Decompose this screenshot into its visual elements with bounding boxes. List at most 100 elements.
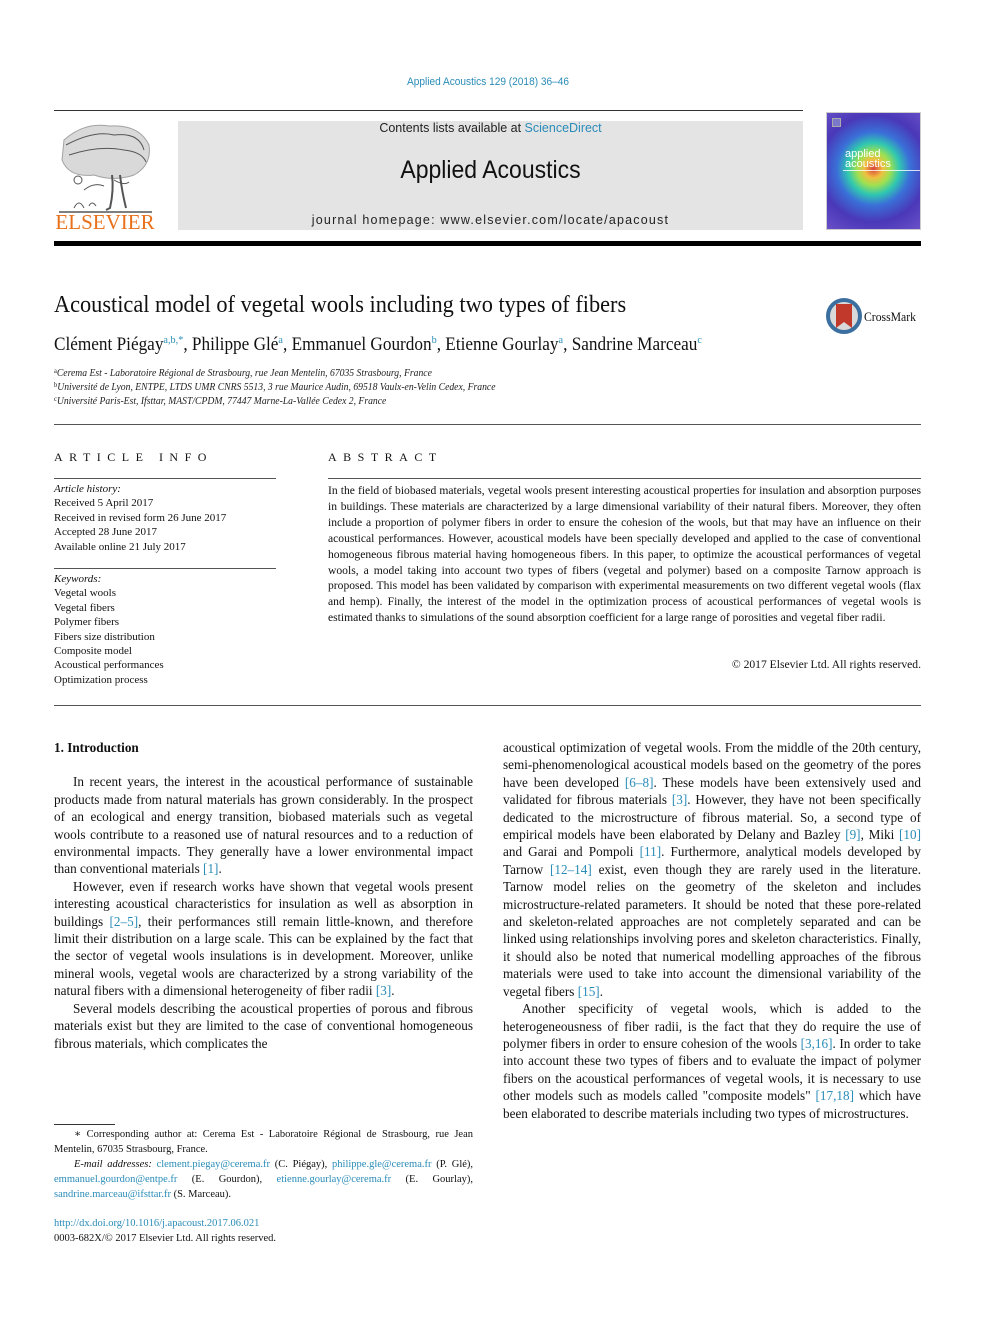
body-column-left: 1. Introduction In recent years, the int… [54,739,473,1052]
email-owner: (C. Piégay) [274,1159,325,1170]
email-label: E-mail addresses: [74,1159,152,1170]
email-link[interactable]: philippe.gle@cerema.fr [332,1159,431,1170]
cover-title-line2: acoustics [845,158,891,170]
author-affiliation-marks[interactable]: c [697,334,702,346]
citation-link[interactable]: [2–5] [110,914,139,929]
citation-link[interactable]: [11] [640,844,661,859]
article-history-label: Article history: [54,483,121,495]
header-divider [54,110,803,111]
paragraph-text: , Miki [860,827,900,843]
email-owner: (S. Marceau). [173,1189,232,1200]
paragraph-text: . [391,983,395,999]
author-affiliation-marks[interactable]: b [432,334,437,346]
journal-name: Applied Acoustics [400,156,581,184]
email-owner: (E. Gourlay) [405,1174,471,1185]
author-name: Clément Piégay [54,335,164,355]
email-owner: (E. Gourdon) [191,1174,260,1185]
keyword: Acoustical performances [54,659,164,672]
body-column-right: acoustical optimization of vegetal wools… [503,739,921,1122]
author-affiliation-marks[interactable]: a [278,334,283,346]
contents-availability: Contents lists available at ScienceDirec… [178,121,803,135]
left-paragraphs: In recent years, the interest in the aco… [54,773,473,1052]
author-name: Sandrine Marceau [571,335,698,355]
abstract-text: In the field of biobased materials, vege… [328,484,921,625]
citation-link[interactable]: [3,16] [801,1036,833,1051]
keyword: Polymer fibers [54,616,120,629]
citation-link[interactable]: [3] [376,983,391,998]
citation-link[interactable]: [17,18] [816,1088,854,1103]
author-name: Philippe Glé [191,335,279,355]
abstract-copyright: © 2017 Elsevier Ltd. All rights reserved… [731,658,921,671]
corresponding-author-mark[interactable]: * [178,334,183,346]
paragraph: Several models describing the acoustical… [54,1000,473,1052]
footnotes: ∗ Corresponding author at: Cerema Est - … [54,1127,473,1202]
article-info-divider [54,478,276,479]
email-addresses: E-mail addresses: clement.piegay@cerema.… [54,1159,474,1200]
keyword: Vegetal wools [54,587,117,600]
cover-publisher-badge-icon [832,118,841,127]
paragraph-text: and Garai and Pompoli [503,844,640,860]
email-link[interactable]: sandrine.marceau@ifsttar.fr [54,1189,171,1200]
email-link[interactable]: clement.piegay@cerema.fr [157,1159,270,1170]
keyword: Fibers size distribution [54,630,155,643]
author-affiliation-marks[interactable]: a [559,334,564,346]
citation-link[interactable]: [12–14] [550,862,592,877]
header-thick-divider [54,241,921,246]
cover-rule [843,170,920,171]
corresponding-author-note: ∗ Corresponding author at: Cerema Est - … [54,1129,473,1155]
affiliation: cUniversité Paris-Est, Ifsttar, MAST/CPD… [54,395,386,407]
author[interactable]: Sandrine Marceauc [571,334,702,355]
article-history: Article history: Received 5 April 2017 R… [54,482,226,554]
author[interactable]: Emmanuel Gourdonb [292,334,437,355]
author[interactable]: Philippe Gléa [191,334,283,355]
affiliation-text: Université de Lyon, ENTPE, LTDS UMR CNRS… [57,382,496,393]
right-paragraphs: acoustical optimization of vegetal wools… [503,739,921,1122]
paragraph-text: . [218,861,222,877]
author-affiliation-marks[interactable]: a,b, [163,334,178,346]
email-link[interactable]: emmanuel.gourdon@entpe.fr [54,1174,177,1185]
paragraph: acoustical optimization of vegetal wools… [503,739,921,1000]
citation-link[interactable]: [10] [899,827,921,842]
doi-link[interactable]: http://dx.doi.org/10.1016/j.apacoust.201… [54,1216,276,1231]
journal-cover-image: applied acoustics [826,112,921,230]
paragraph: In recent years, the interest in the aco… [54,773,473,877]
paragraph: However, even if research works have sho… [54,878,473,1000]
history-item: Available online 21 July 2017 [54,540,186,553]
history-item: Received 5 April 2017 [54,497,154,510]
keyword: Optimization process [54,673,148,686]
contents-prefix: Contents lists available at [379,121,525,135]
keywords-label: Keywords: [54,573,102,585]
footnote-divider [54,1124,115,1125]
affiliation-text: Cerema Est - Laboratoire Régional de Str… [56,368,432,379]
article-title: Acoustical model of vegetal wools includ… [54,292,627,318]
affiliation: aCerema Est - Laboratoire Régional de St… [54,367,432,379]
crossmark-label[interactable]: CrossMark [864,309,916,325]
history-item: Received in revised form 26 June 2017 [54,511,227,524]
journal-homepage-link[interactable]: journal homepage: www.elsevier.com/locat… [178,213,803,227]
author[interactable]: Etienne Gourlaya [445,334,564,355]
cover-title: applied acoustics [845,149,915,170]
citation-link[interactable]: [6–8] [625,775,654,790]
section-heading: 1. Introduction [54,740,139,755]
citation-link[interactable]: [15] [578,984,600,999]
citation-link[interactable]: [1] [203,861,218,876]
author-list: Clément Piégaya,b,*, Philippe Gléa, Emma… [54,334,702,355]
sciencedirect-link[interactable]: ScienceDirect [525,121,602,135]
citation-link[interactable]: [3] [672,792,687,807]
email-owner: (P. Glé) [436,1159,471,1170]
journal-citation-link[interactable]: Applied Acoustics 129 (2018) 36–46 [39,76,937,88]
email-link[interactable]: etienne.gourlay@cerema.fr [277,1174,392,1185]
paragraph: Another specificity of vegetal wools, wh… [503,1000,921,1122]
body-divider [54,705,921,706]
citation-link[interactable]: [9] [845,827,860,842]
paragraph-text: Several models describing the acoustical… [54,1000,473,1051]
author[interactable]: Clément Piégaya,b,* [54,334,183,355]
affiliation-text: Université Paris-Est, Ifsttar, MAST/CPDM… [56,396,387,407]
history-item: Accepted 28 June 2017 [54,526,157,539]
keyword: Composite model [54,645,132,658]
doi-block: http://dx.doi.org/10.1016/j.apacoust.201… [54,1216,276,1246]
paragraph-text: . [599,983,603,999]
abstract-heading: ABSTRACT [328,450,443,464]
affiliation: bUniversité de Lyon, ENTPE, LTDS UMR CNR… [54,381,495,393]
article-info-heading: ARTICLE INFO [54,450,213,464]
